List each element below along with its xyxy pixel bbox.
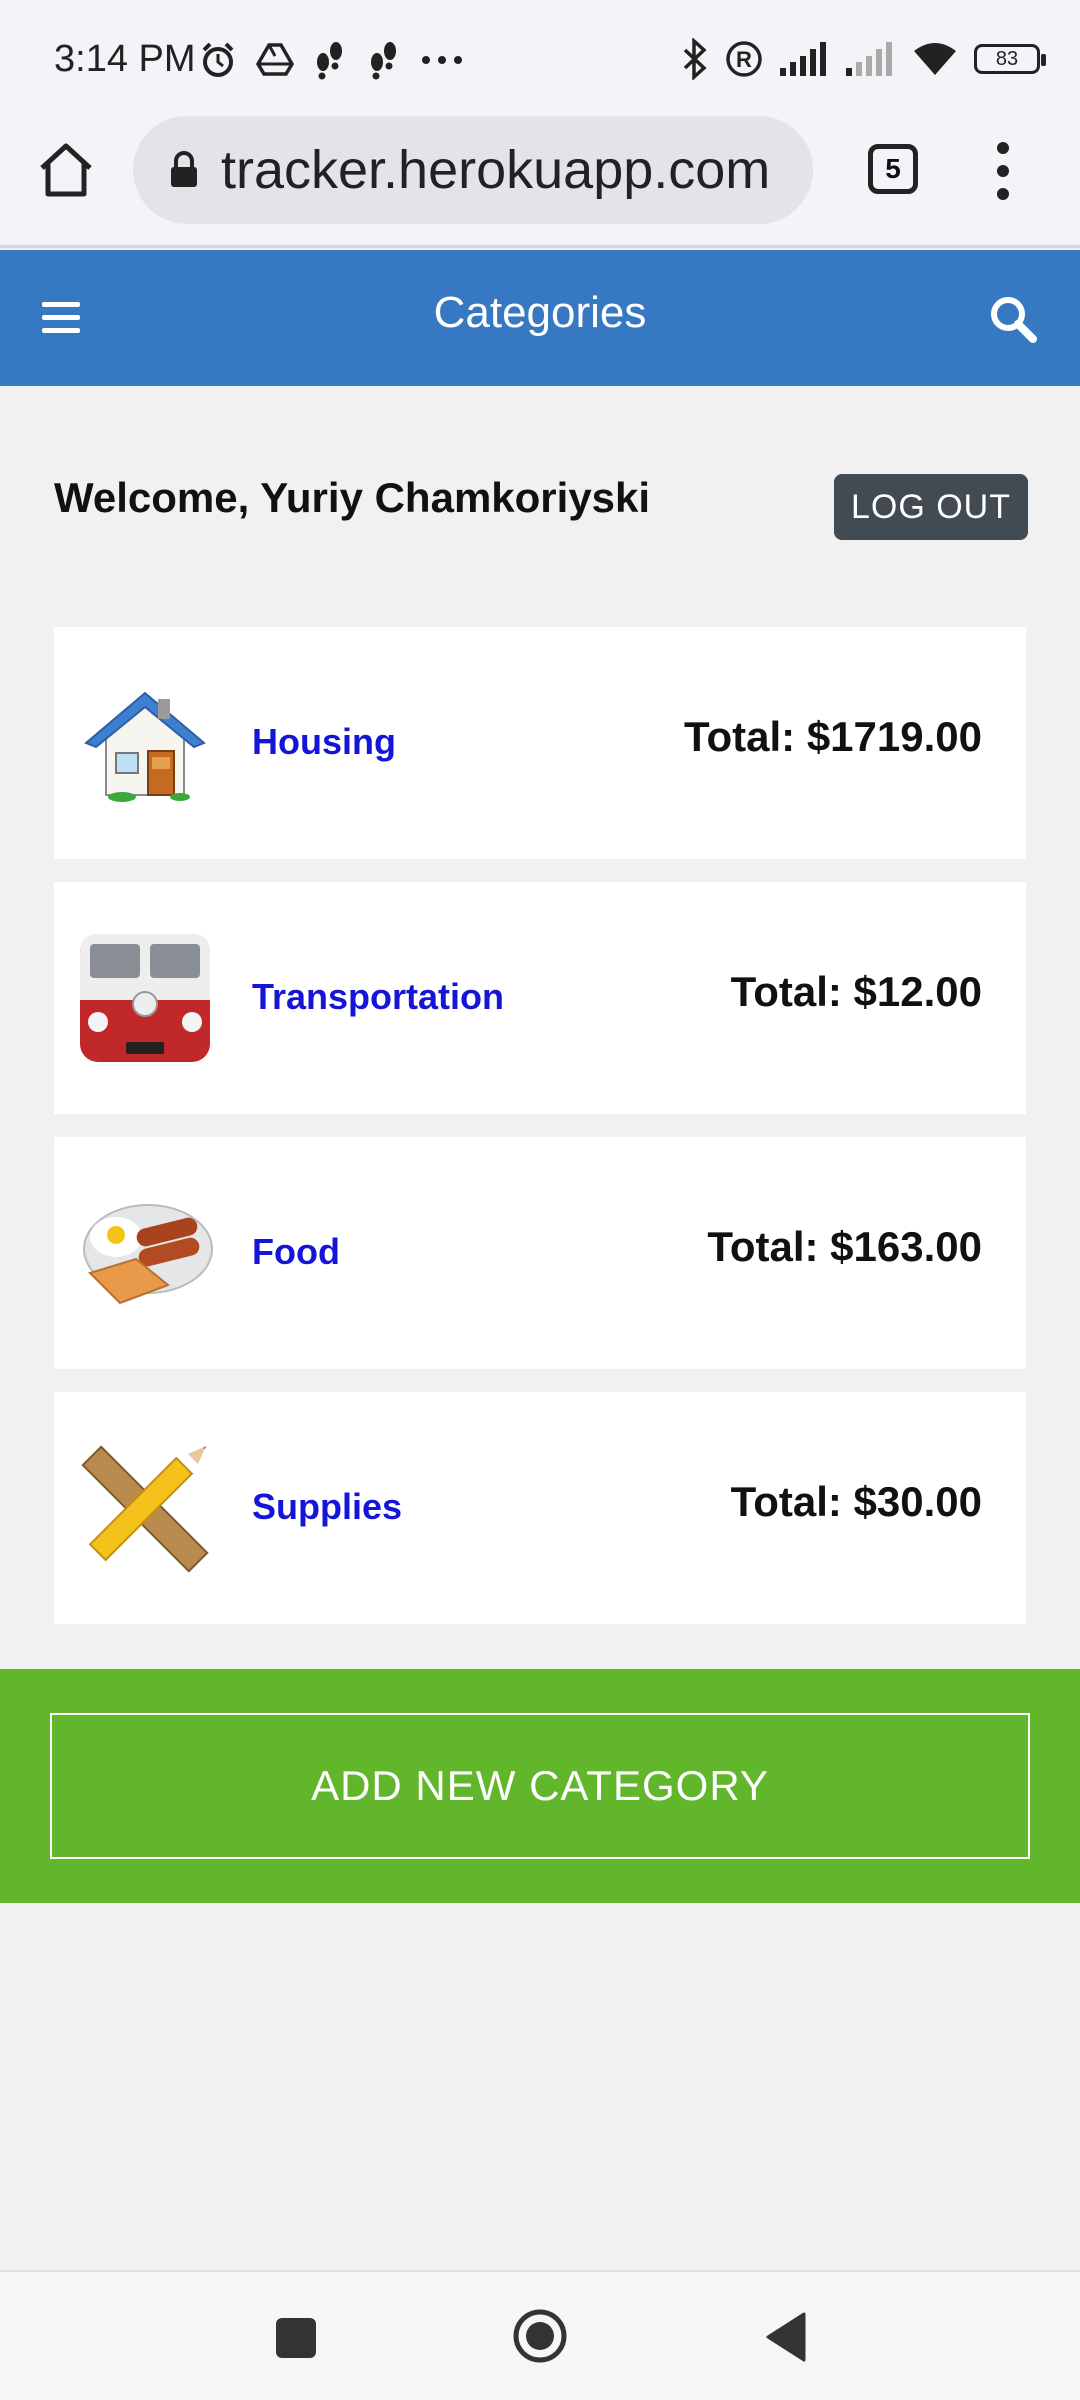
pencil-ruler-icon [81,1445,209,1573]
category-link-housing[interactable]: Housing [252,721,396,763]
category-link-food[interactable]: Food [252,1231,340,1273]
wifi-icon [914,43,956,75]
add-category-panel: ADD NEW CATEGORY [0,1669,1080,1903]
house-icon [84,691,206,802]
signal-icon [780,42,826,76]
alarm-icon [202,42,234,77]
svg-text:R: R [736,47,752,72]
home-icon[interactable] [36,140,96,200]
steps-icon [371,42,396,80]
category-total: Total: $30.00 [730,1478,982,1525]
url-text: tracker.herokuapp.com [221,140,771,200]
back-icon[interactable] [762,2310,810,2364]
recent-apps-icon[interactable] [276,2318,316,2358]
tab-switcher-button[interactable]: 5 [868,144,918,194]
status-icons-right: R 83 [682,36,1046,82]
status-bar: 3:14 PM R 83 [0,0,1080,116]
category-card-housing[interactable]: Housing Total: $1719.00 [54,627,1026,859]
category-link-supplies[interactable]: Supplies [252,1486,402,1528]
steps-icon [317,42,342,80]
home-circle-icon[interactable] [512,2308,568,2364]
category-total: Total: $163.00 [707,1223,982,1270]
van-icon [80,934,210,1062]
logout-button[interactable]: LOG OUT [834,474,1028,540]
breakfast-icon [83,1204,213,1305]
add-new-category-button[interactable]: ADD NEW CATEGORY [50,1713,1030,1859]
battery-icon: 83 [974,44,1046,74]
status-time: 3:14 PM [54,38,196,80]
category-link-transportation[interactable]: Transportation [252,976,504,1018]
category-card-supplies[interactable]: Supplies Total: $30.00 [54,1392,1026,1624]
more-dots-icon [422,56,462,64]
category-card-food[interactable]: Food Total: $163.00 [54,1137,1026,1369]
lock-icon [171,151,197,187]
registered-icon: R [726,41,762,77]
signal-weak-icon [846,42,892,76]
status-icons-left [198,38,464,82]
bluetooth-icon [683,38,707,80]
category-card-transportation[interactable]: Transportation Total: $12.00 [54,882,1026,1114]
drive-icon [256,43,294,76]
more-options-icon[interactable] [988,136,1018,206]
category-total: Total: $1719.00 [683,713,982,760]
browser-toolbar: tracker.herokuapp.com 5 [0,116,1080,248]
category-total: Total: $12.00 [730,968,982,1015]
welcome-message: Welcome, Yuriy Chamkoriyski [54,474,651,521]
app-header: Categories [0,250,1080,386]
system-nav-bar [0,2270,1080,2400]
page-title: Categories [433,288,647,337]
search-icon[interactable] [988,294,1038,344]
address-bar[interactable]: tracker.herokuapp.com [133,116,813,224]
